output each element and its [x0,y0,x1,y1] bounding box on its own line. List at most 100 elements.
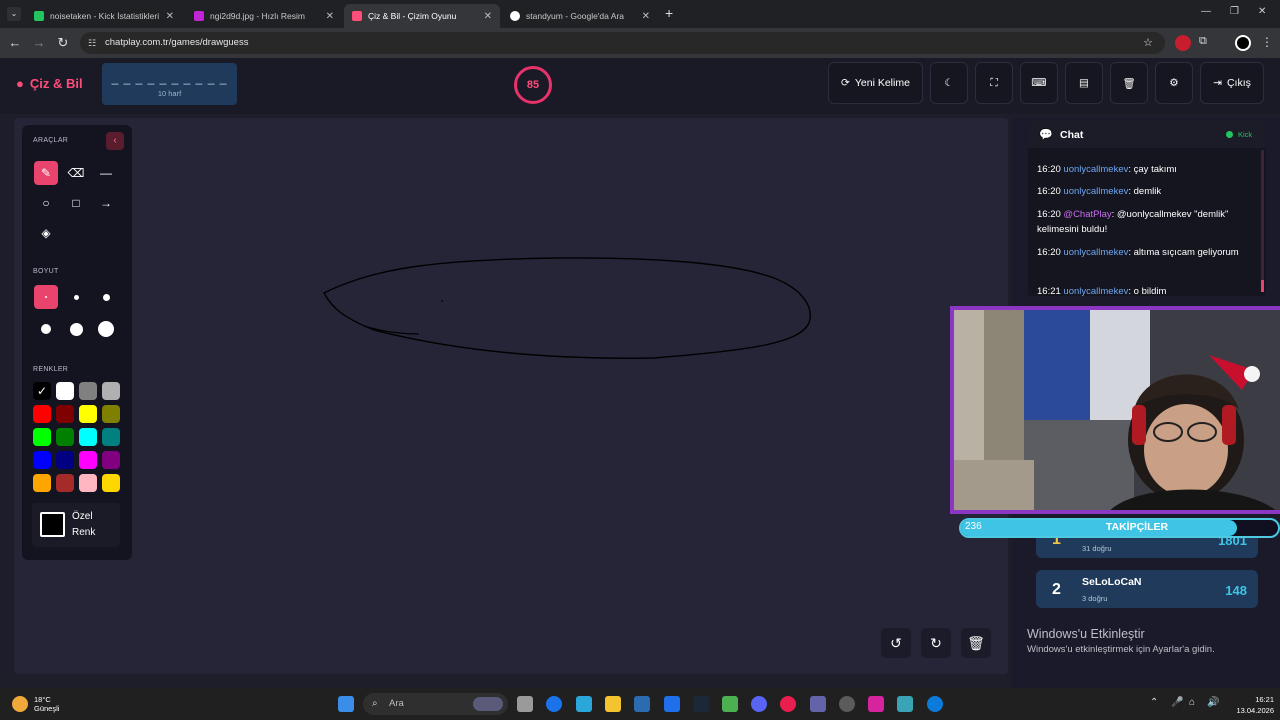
browser-tab-kick-stats[interactable]: noisetaken - Kick İstatistikleri ✕ [26,4,182,28]
weather-widget[interactable]: 18°C Güneşli [12,695,59,713]
color-swatch[interactable] [102,382,120,400]
color-swatch[interactable] [56,451,74,469]
app-logo[interactable]: ● Çiz & Bil [16,76,83,91]
theme-toggle-button[interactable]: ☾ [930,62,968,104]
undo-button[interactable]: ↺ [881,628,911,658]
url-field[interactable]: ☷ chatplay.com.tr/games/drawguess ☆ [80,32,1165,54]
settings-button[interactable]: ⚙ [1155,62,1193,104]
message-user[interactable]: uonlycallmekev [1063,286,1128,296]
fullscreen-button[interactable]: ⛶ [975,62,1013,104]
site-info-icon[interactable]: ☷ [88,32,96,54]
message-user[interactable]: uonlycallmekev [1063,247,1128,258]
archive-button[interactable]: ▤ [1065,62,1103,104]
size-4-button[interactable] [34,317,58,341]
clear-button[interactable]: 🗑 [1110,62,1148,104]
browser-tab-image[interactable]: ngi2d9d.jpg - Hızlı Resim ✕ [186,4,342,28]
close-tab-icon[interactable]: ✕ [642,11,650,22]
fill-tool-button[interactable]: ◈ [34,221,58,245]
circle-tool-button[interactable]: ○ [34,191,58,215]
arrow-tool-button[interactable]: → [94,191,118,215]
profile-avatar[interactable] [1235,35,1251,51]
taskbar-search[interactable]: ⌕ Ara [363,693,508,715]
steam-icon[interactable] [693,696,709,712]
minimize-window-button[interactable]: — [1201,6,1211,17]
display-icon[interactable] [576,696,592,712]
browser-menu-icon[interactable]: ⋮ [1261,35,1273,49]
instagram-icon[interactable] [868,696,884,712]
size-1-button[interactable] [34,285,58,309]
message-user[interactable]: @ChatPlay [1063,209,1111,220]
bookmark-star-icon[interactable]: ☆ [1143,32,1153,54]
microphone-icon[interactable]: 🎤 [1171,697,1183,708]
logout-button[interactable]: ⇥ Çıkış [1200,62,1264,104]
drawing-canvas[interactable] [14,118,1008,674]
color-swatch[interactable] [79,382,97,400]
size-6-button[interactable] [94,317,118,341]
color-swatch[interactable] [102,405,120,423]
color-swatch[interactable] [56,428,74,446]
collapse-panel-button[interactable]: ‹ [106,132,124,150]
store-icon[interactable] [634,696,650,712]
task-view-icon[interactable] [517,696,533,712]
size-5-button[interactable] [64,317,88,341]
redo-button[interactable]: ↻ [921,628,951,658]
close-tab-icon[interactable]: ✕ [484,11,492,22]
network-icon[interactable]: ⌂ [1189,697,1195,708]
color-swatch[interactable] [56,405,74,423]
color-swatch[interactable] [56,382,74,400]
color-swatch[interactable] [102,428,120,446]
maximize-window-button[interactable]: ❐ [1230,6,1239,17]
size-2-button[interactable] [64,285,88,309]
app-icon[interactable] [897,696,913,712]
chrome-icon[interactable] [546,696,562,712]
color-swatch[interactable] [79,451,97,469]
reload-button[interactable]: ↻ [55,35,71,51]
color-swatch[interactable] [33,451,51,469]
file-explorer-icon[interactable] [605,696,621,712]
settings-app-icon[interactable] [839,696,855,712]
line-tool-button[interactable]: — [94,161,118,185]
music-app-icon[interactable] [780,696,796,712]
close-window-button[interactable]: ✕ [1258,6,1266,17]
tray-overflow-icon[interactable]: ⌃ [1150,697,1158,708]
color-swatch[interactable] [33,405,51,423]
new-word-button[interactable]: ⟳ Yeni Kelime [828,62,923,104]
size-3-button[interactable] [94,285,118,309]
color-swatch[interactable] [33,428,51,446]
color-swatch[interactable] [79,405,97,423]
color-swatch[interactable] [33,474,51,492]
chat-scrollbar[interactable] [1261,150,1264,292]
color-swatch[interactable] [79,474,97,492]
keyboard-button[interactable]: ⌨ [1020,62,1058,104]
color-swatch[interactable] [102,474,120,492]
brush-tool-button[interactable]: ✎ [34,161,58,185]
chat-scroll-thumb[interactable] [1261,280,1264,292]
mail-icon[interactable] [664,696,680,712]
new-tab-button[interactable]: + [665,5,673,21]
message-user[interactable]: uonlycallmekev [1063,186,1128,197]
extensions-puzzle-icon[interactable]: ⧉ [1199,35,1207,48]
close-tab-icon[interactable]: ✕ [326,11,334,22]
color-swatch[interactable] [56,474,74,492]
start-windows-icon[interactable] [338,696,354,712]
minecraft-icon[interactable] [722,696,738,712]
clear-canvas-button[interactable]: 🗑 [961,628,991,658]
browser-tab-google[interactable]: standyum - Google'da Ara ✕ [502,4,658,28]
volume-icon[interactable]: 🔊 [1207,697,1219,708]
color-swatch[interactable] [79,428,97,446]
rectangle-tool-button[interactable]: □ [64,191,88,215]
color-swatch[interactable] [102,451,120,469]
forward-button[interactable]: → [31,35,47,51]
discord-icon[interactable] [751,696,767,712]
color-swatch[interactable]: ✓ [33,382,51,400]
teams-icon[interactable] [810,696,826,712]
message-user[interactable]: uonlycallmekev [1063,164,1128,175]
taskbar-clock[interactable]: 16:21 13.04.2026 [1226,694,1274,716]
custom-color-button[interactable]: Özel Renk [32,503,120,547]
back-button[interactable]: ← [7,35,23,51]
browser-tab-drawguess[interactable]: Çiz & Bil - Çizim Oyunu ✕ [344,4,500,28]
edge-icon[interactable] [927,696,943,712]
extension-icon[interactable] [1175,35,1191,51]
eraser-tool-button[interactable]: ⌫ [64,161,88,185]
close-tab-icon[interactable]: ✕ [166,11,174,22]
